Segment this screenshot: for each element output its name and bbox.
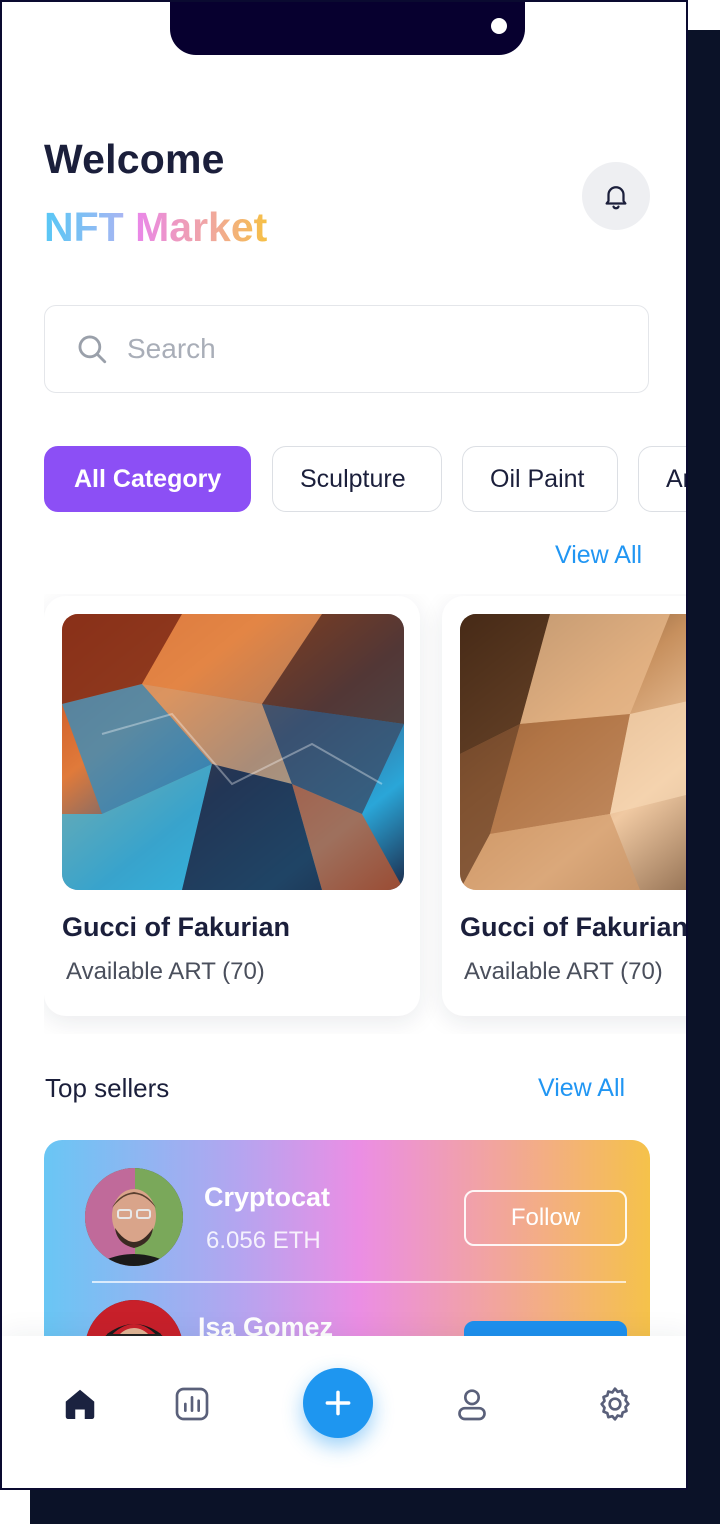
seller-name: Cryptocat [204,1182,331,1212]
profile-icon [458,1389,486,1421]
nft-card-title: Gucci of Fakurian [460,912,686,942]
bell-icon [605,186,627,210]
top-sellers-view-all-link[interactable]: View All [538,1074,625,1103]
search-bar[interactable] [44,305,649,393]
chip-oil-paint[interactable]: Oil Paint [462,446,618,512]
seller-divider [92,1281,626,1283]
category-chips: All Category Sculpture Oil Paint Ar [44,446,686,514]
seller-eth-amount: 6.056 ETH [206,1227,321,1254]
nft-card-availability: Available ART (70) [66,958,265,985]
nav-profile[interactable] [448,1380,496,1428]
nft-image-holographic [62,614,404,890]
nft-card-availability: Available ART (70) [464,958,663,985]
page-title: Welcome [44,136,225,182]
chip-art[interactable]: Ar [638,446,686,512]
settings-icon [600,1387,630,1421]
nav-stats[interactable] [168,1380,216,1428]
nav-settings[interactable] [591,1380,639,1428]
notch [170,2,525,55]
nft-card[interactable]: Gucci of Fakurian Available ART (70) [44,596,420,1016]
nft-image-gold [460,614,686,890]
page-subtitle: NFT Market [44,204,267,251]
subtitle-word-market: Market [135,204,268,250]
chip-sculpture[interactable]: Sculpture [272,446,442,512]
search-icon [78,335,107,364]
bottom-navigation [2,1336,686,1488]
search-input[interactable] [125,332,589,366]
follow-button[interactable]: Follow [464,1190,627,1246]
chip-all-category[interactable]: All Category [44,446,251,512]
stats-icon [175,1387,209,1421]
avatar[interactable] [85,1168,183,1266]
featured-view-all-link[interactable]: View All [555,541,642,570]
home-icon [65,1389,95,1420]
add-icon [325,1390,351,1416]
subtitle-word-nft: NFT [44,204,124,250]
top-sellers-title: Top sellers [45,1073,170,1103]
add-button[interactable] [303,1368,373,1438]
nft-card-title: Gucci of Fakurian [62,912,291,942]
featured-carousel: Gucci of Fakurian Available ART (70) Guc… [44,594,686,1034]
phone-frame: Welcome NFT Market All Category Sculptur… [0,0,688,1490]
camera-dot [491,18,507,34]
nft-card[interactable]: Gucci of Fakurian Available ART (70) [442,596,686,1016]
nav-home[interactable] [56,1380,104,1428]
notification-button[interactable] [582,162,650,230]
